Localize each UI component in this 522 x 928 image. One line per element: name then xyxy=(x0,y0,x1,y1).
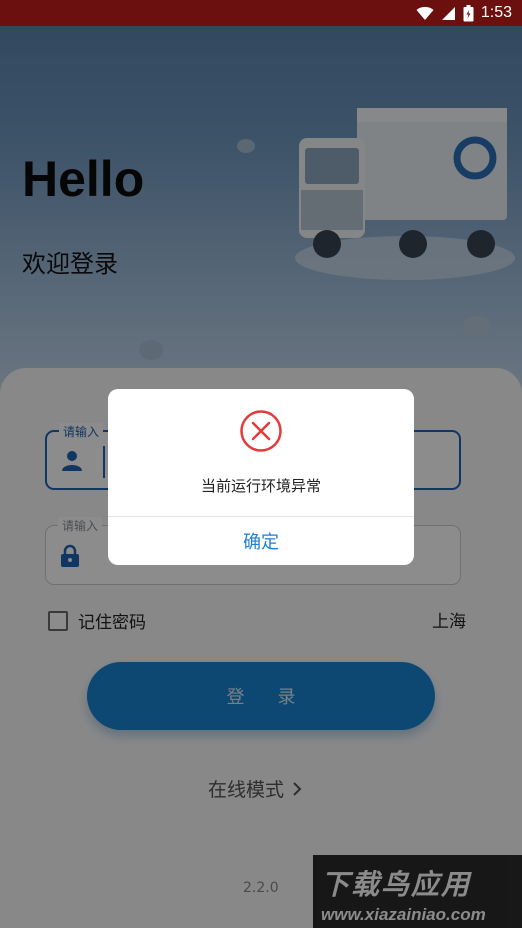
status-time: 1:53 xyxy=(480,4,512,21)
error-circle-icon xyxy=(240,410,282,452)
battery-icon xyxy=(463,4,474,21)
wifi-icon xyxy=(416,6,434,20)
error-dialog: 当前运行环境异常 确定 xyxy=(108,389,414,565)
signal-icon xyxy=(441,6,455,20)
status-bar: 1:53 xyxy=(0,0,522,26)
confirm-button[interactable]: 确定 xyxy=(108,517,414,565)
dialog-message: 当前运行环境异常 xyxy=(200,477,321,495)
